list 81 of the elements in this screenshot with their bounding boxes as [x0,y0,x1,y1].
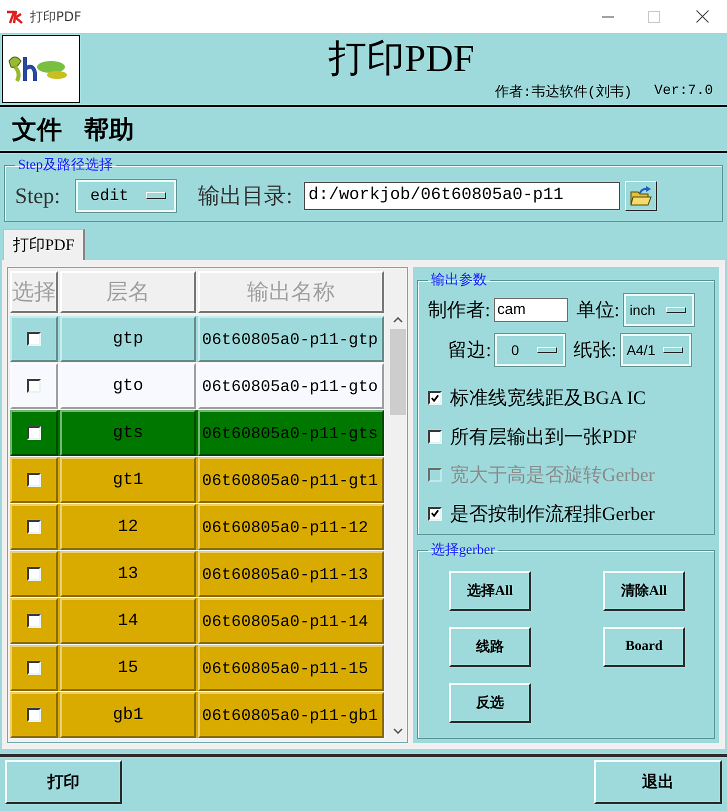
input-field[interactable]: cam [494,298,568,322]
table-row[interactable]: 12 06t60805a0-p11-12 [10,504,384,550]
checkbox[interactable] [27,473,41,487]
action-button[interactable]: 选择All [449,571,531,611]
option-label: 是否按制作流程排Gerber [450,502,655,527]
checkbox[interactable] [27,614,41,628]
dropdown[interactable]: 0 [495,334,566,366]
checkbox[interactable] [428,430,442,444]
table-cell: gtp [60,316,196,362]
option-label: 所有层输出到一张PDF [450,426,637,450]
dropdown[interactable]: A4/1 [620,334,691,366]
table-cell: gb1 [60,692,196,738]
table-cell: 06t60805a0-p11-gtp [198,316,384,362]
tab[interactable]: 打印PDF [3,229,86,260]
author-label: 作者:韦达软件(刘韦) [494,83,632,101]
menu-item[interactable]: 帮助 [84,112,134,146]
table-cell: 13 [60,551,196,597]
table-row[interactable]: gts 06t60805a0-p11-gts [10,410,384,456]
table-cell: 06t60805a0-p11-gto [198,363,384,409]
menu-item[interactable]: 文件 [12,112,62,146]
window-title: 打印PDF [30,8,82,26]
minimize-icon[interactable] [602,16,614,18]
checkbox[interactable] [27,567,41,581]
table-row[interactable]: 14 06t60805a0-p11-14 [10,598,384,644]
checkbox[interactable] [428,391,442,406]
checkbox[interactable] [27,708,41,722]
group-title: 选择gerber [430,542,496,559]
scroll-up-icon[interactable] [393,317,404,323]
checkbox[interactable] [27,520,41,534]
table-cell: 06t60805a0-p11-gts [198,410,384,456]
scrollbar[interactable] [389,317,407,734]
table-cell: gts [60,410,196,456]
table-row[interactable]: gtp 06t60805a0-p11-gtp [10,316,384,362]
table-cell: 14 [60,598,196,644]
table-cell: 06t60805a0-p11-gb1 [198,692,384,738]
field-label: 纸张: [573,339,617,363]
table-cell: 06t60805a0-p11-gt1 [198,457,384,503]
checkbox[interactable] [27,332,41,346]
scroll-thumb[interactable] [390,329,406,415]
action-button[interactable]: Board [603,627,685,667]
print-button[interactable]: 打印 [5,760,122,804]
output-dir-label: 输出目录: [198,182,292,210]
folder-icon [630,186,652,206]
scroll-down-icon[interactable] [393,728,404,734]
table-cell: 12 [60,504,196,550]
table-row[interactable]: gb1 06t60805a0-p11-gb1 [10,692,384,738]
checkbox[interactable] [428,506,442,521]
option-label: 标准线宽线距及BGA IC [450,387,646,412]
table-cell: 06t60805a0-p11-15 [198,645,384,691]
action-button[interactable]: 清除All [603,571,685,611]
step-dropdown[interactable]: edit [76,180,176,212]
table-row[interactable]: gt1 06t60805a0-p11-gt1 [10,457,384,503]
dropdown[interactable]: inch [624,294,694,326]
step-label: Step: [15,182,60,208]
table-row[interactable]: 13 06t60805a0-p11-13 [10,551,384,597]
checkbox[interactable] [27,379,41,393]
checkbox[interactable] [27,661,41,675]
field-label: 留边: [448,339,492,363]
field-label: 单位: [576,299,620,323]
action-button[interactable]: 线路 [449,627,531,667]
version-label: Ver:7.0 [654,83,713,101]
table-cell: 06t60805a0-p11-13 [198,551,384,597]
close-icon[interactable] [696,10,708,23]
table-cell: 06t60805a0-p11-14 [198,598,384,644]
exit-button[interactable]: 退出 [594,760,722,804]
checkbox[interactable] [27,426,41,440]
browse-button[interactable] [625,180,658,210]
action-button[interactable]: 反选 [449,683,531,723]
table-row[interactable]: 15 06t60805a0-p11-15 [10,645,384,691]
app-icon [6,10,24,24]
group-title: 输出参数 [430,272,488,289]
group-title: Step及路径选择 [17,156,114,174]
app-title: 打印PDF [328,37,474,81]
table-cell: gto [60,363,196,409]
option-label: 宽大于高是否旋转Gerber [450,464,655,488]
output-dir-field[interactable]: d:/workjob/06t60805a0-p11 [304,182,620,210]
table-row[interactable]: gto 06t60805a0-p11-gto [10,363,384,409]
table-cell: gt1 [60,457,196,503]
field-label: 制作者: [428,299,490,323]
table-cell: 06t60805a0-p11-12 [198,504,384,550]
table-cell: 15 [60,645,196,691]
